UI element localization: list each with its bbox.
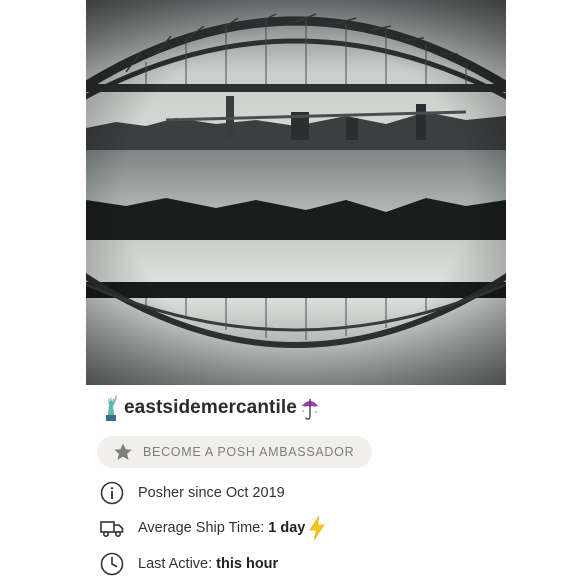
last-active-row: Last Active: this hour: [99, 551, 278, 577]
truck-icon: [100, 521, 124, 537]
star-icon: [114, 443, 132, 460]
info-icon: [100, 481, 124, 505]
clock-icon: [100, 552, 124, 576]
closet-username[interactable]: eastsidemercantile: [124, 397, 297, 419]
umbrella-emoji: [299, 395, 321, 421]
posher-since-row: Posher since Oct 2019: [99, 480, 285, 506]
ship-time-value: 1 day: [268, 520, 306, 536]
become-posh-ambassador-button[interactable]: BECOME A POSH AMBASSADOR: [97, 436, 372, 468]
ship-time-label: Average Ship Time:: [138, 520, 265, 536]
last-active-label: Last Active:: [138, 556, 213, 572]
closet-username-row: eastsidemercantile: [100, 393, 321, 423]
ship-time-row: Average Ship Time: 1 day: [99, 515, 327, 541]
lightning-bolt-emoji: [309, 515, 325, 541]
statue-of-liberty-emoji: [100, 395, 122, 421]
posher-since-text: Posher since Oct 2019: [138, 485, 285, 501]
last-active-value: this hour: [216, 556, 279, 572]
ambassador-label: BECOME A POSH AMBASSADOR: [143, 445, 355, 459]
closet-cover-photo: [86, 0, 506, 385]
